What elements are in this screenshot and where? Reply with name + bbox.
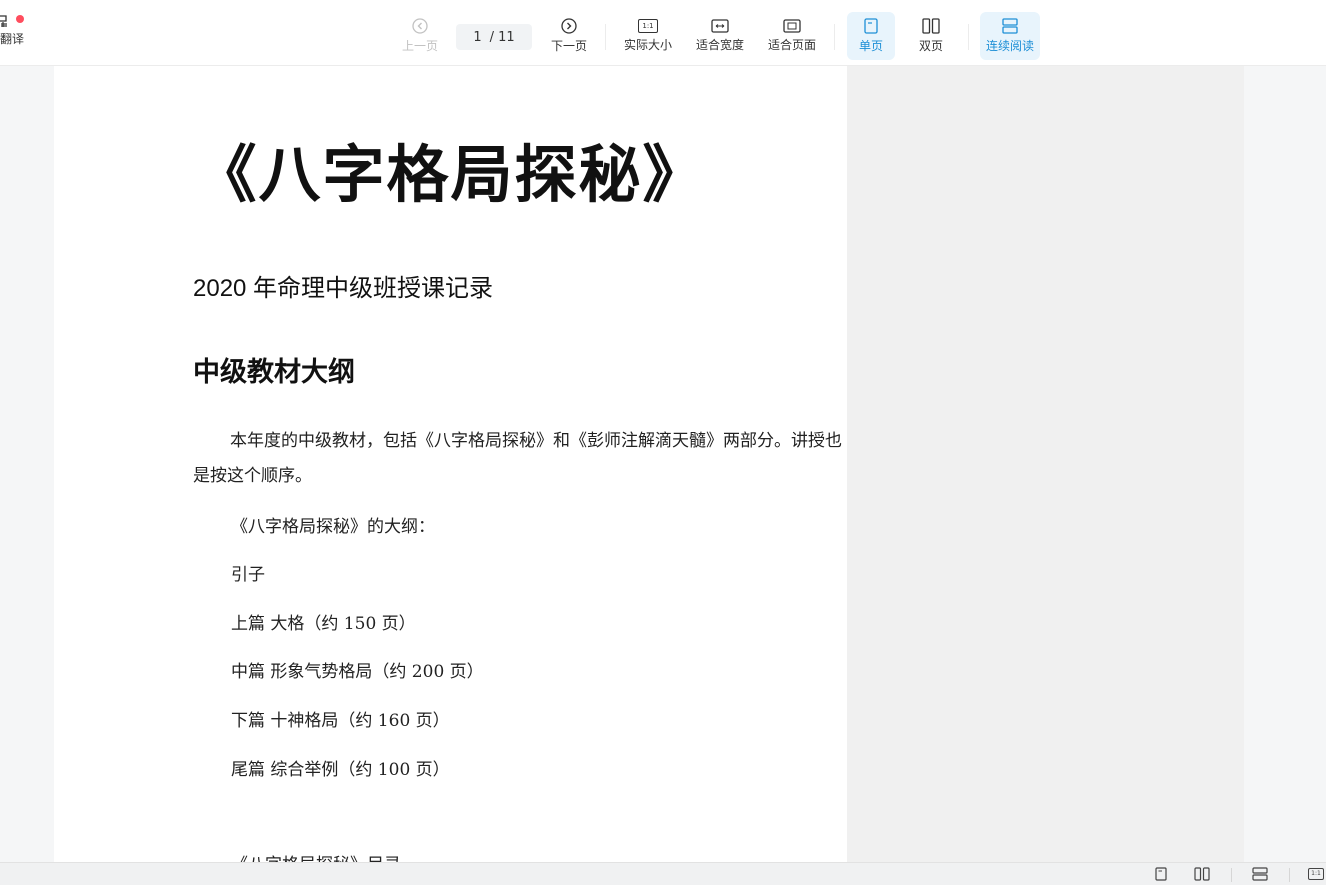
outline-item: 尾篇 综合举例（约 100 页） bbox=[231, 760, 450, 780]
document-page: 《八字格局探秘》 2020 年命理中级班授课记录 中级教材大纲 本年度的中级教材… bbox=[54, 66, 847, 862]
toolbar-divider bbox=[605, 24, 606, 50]
double-page-icon bbox=[922, 18, 940, 34]
continuous-reading-icon bbox=[1002, 18, 1018, 34]
outline-item: 中篇 形象气势格局（约 200 页） bbox=[231, 662, 484, 682]
continuous-reading-button[interactable]: 连续阅读 bbox=[980, 12, 1040, 60]
next-page-button[interactable]: 下一页 bbox=[547, 12, 591, 60]
outline-intro: 《八字格局探秘》的大纲： bbox=[231, 517, 435, 537]
notification-dot bbox=[16, 15, 24, 23]
fit-page-label: 适合页面 bbox=[767, 38, 816, 52]
toolbar: 翻译 上一页 1 / 11 下一页 1:1 实际大小 适合宽度 适合页面 单页 … bbox=[0, 0, 1326, 66]
status-divider bbox=[1231, 868, 1232, 882]
fit-width-button[interactable]: 适合宽度 bbox=[692, 12, 748, 60]
outline-item: 下篇 十神格局（约 160 页） bbox=[231, 711, 450, 731]
fit-page-button[interactable]: 适合页面 bbox=[764, 12, 820, 60]
document-title: 《八字格局探秘》 bbox=[194, 138, 707, 211]
continuous-status-icon[interactable] bbox=[1252, 867, 1268, 881]
actual-size-icon: 1:1 bbox=[638, 19, 658, 33]
page-number-input[interactable]: 1 / 11 bbox=[456, 24, 532, 50]
section-heading: 中级教材大纲 bbox=[193, 357, 355, 387]
document-viewer[interactable]: 《八字格局探秘》 2020 年命理中级班授课记录 中级教材大纲 本年度的中级教材… bbox=[0, 66, 1326, 862]
prev-page-button[interactable]: 上一页 bbox=[398, 12, 442, 60]
fit-page-icon bbox=[783, 19, 801, 33]
status-divider bbox=[1289, 868, 1290, 882]
double-page-status-icon[interactable] bbox=[1194, 867, 1210, 881]
next-page-label: 下一页 bbox=[550, 39, 587, 53]
toc-heading-cutoff: 《八字格局探秘》目录 bbox=[231, 850, 401, 862]
fit-width-label: 适合宽度 bbox=[695, 38, 744, 52]
actual-size-status-icon[interactable]: 1:1 bbox=[1308, 868, 1324, 880]
single-page-icon bbox=[864, 18, 878, 34]
translate-button[interactable]: 翻译 bbox=[0, 14, 30, 60]
translate-icon bbox=[0, 15, 7, 27]
double-page-button[interactable]: 双页 bbox=[908, 12, 954, 60]
continuous-reading-label: 连续阅读 bbox=[985, 39, 1034, 53]
intro-paragraph: 本年度的中级教材，包括《八字格局探秘》和《彭师注解滴天髓》两部分。讲授也是按这个… bbox=[193, 431, 842, 486]
chevron-right-circle-icon bbox=[561, 18, 577, 34]
single-page-status-icon[interactable] bbox=[1155, 867, 1167, 881]
translate-label: 翻译 bbox=[0, 32, 25, 46]
toolbar-divider bbox=[834, 24, 835, 50]
page-separator: / bbox=[489, 29, 495, 45]
total-pages: 11 bbox=[498, 29, 515, 45]
outline-item: 上篇 大格（约 150 页） bbox=[231, 614, 416, 634]
status-bar: 1:1 bbox=[0, 862, 1326, 885]
outline-item: 引子 bbox=[231, 565, 265, 585]
chevron-left-circle-icon bbox=[412, 18, 428, 34]
fit-width-icon bbox=[711, 19, 729, 33]
double-page-label: 双页 bbox=[918, 39, 943, 53]
actual-size-label: 实际大小 bbox=[623, 38, 672, 52]
empty-page-area bbox=[847, 66, 1244, 862]
current-page: 1 bbox=[473, 29, 482, 45]
document-subtitle: 2020 年命理中级班授课记录 bbox=[193, 275, 494, 302]
prev-page-label: 上一页 bbox=[401, 39, 438, 53]
single-page-label: 单页 bbox=[858, 39, 883, 53]
toolbar-divider bbox=[968, 24, 969, 50]
single-page-button[interactable]: 单页 bbox=[847, 12, 895, 60]
actual-size-button[interactable]: 1:1 实际大小 bbox=[620, 12, 676, 60]
